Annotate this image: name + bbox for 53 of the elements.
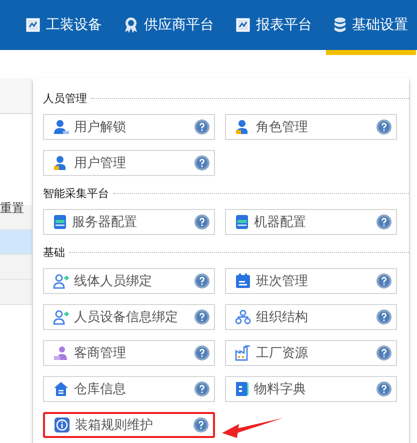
section-title: 智能采集平台 <box>43 186 109 201</box>
help-icon[interactable] <box>376 119 392 135</box>
section-title: 基础 <box>43 245 65 260</box>
menu-item[interactable]: 用户管理 <box>43 150 215 176</box>
reset-label[interactable]: 重置 <box>0 200 24 217</box>
menu-item[interactable]: 角色管理 <box>225 114 397 140</box>
house-icon <box>53 381 69 397</box>
nav-tab[interactable]: 报表平台 <box>228 0 320 50</box>
menu-item[interactable]: 班次管理 <box>225 268 397 294</box>
help-icon[interactable] <box>376 273 392 289</box>
help-icon[interactable] <box>376 381 392 397</box>
menu-item[interactable]: 工厂资源 <box>225 340 397 366</box>
annotation-arrow <box>221 416 283 438</box>
award-icon <box>124 17 138 33</box>
menu-item[interactable]: 机器配置 <box>225 209 397 235</box>
server-icon <box>53 214 67 230</box>
help-icon[interactable] <box>193 417 209 433</box>
menu-item[interactable]: 用户解锁 <box>43 114 215 140</box>
help-icon[interactable] <box>194 214 210 230</box>
database-icon <box>334 17 346 33</box>
menu-item[interactable]: 装箱规则维护 <box>43 412 215 438</box>
help-icon[interactable] <box>194 155 210 171</box>
help-icon[interactable] <box>194 273 210 289</box>
help-icon[interactable] <box>376 345 392 361</box>
help-icon[interactable] <box>194 119 210 135</box>
menu-item[interactable]: 仓库信息 <box>43 376 215 402</box>
nav-tab[interactable]: 基础设置 <box>326 0 416 50</box>
menu-item[interactable]: 服务器配置 <box>43 209 215 235</box>
nav-tab[interactable]: 供应商平台 <box>116 0 222 50</box>
org-chart-icon <box>235 309 251 325</box>
factory-icon <box>235 345 251 361</box>
user-add-icon <box>53 273 69 289</box>
help-icon[interactable] <box>194 381 210 397</box>
menu-item[interactable]: 人员设备信息绑定 <box>43 304 215 330</box>
info-icon <box>54 417 70 433</box>
chart-icon <box>26 18 40 32</box>
help-icon[interactable] <box>194 345 210 361</box>
help-icon[interactable] <box>194 309 210 325</box>
menu-item[interactable]: 组织结构 <box>225 304 397 330</box>
nav-tab[interactable]: 工装设备 <box>18 0 110 50</box>
help-icon[interactable] <box>376 214 392 230</box>
calendar-icon <box>235 273 251 289</box>
help-icon[interactable] <box>376 309 392 325</box>
user-icon <box>53 119 69 135</box>
user-icon <box>53 345 69 361</box>
user-add-icon <box>53 309 69 325</box>
menu-item[interactable]: 线体人员绑定 <box>43 268 215 294</box>
section-title: 人员管理 <box>43 91 87 106</box>
menu-item[interactable]: 客商管理 <box>43 340 215 366</box>
chart-icon <box>236 18 250 32</box>
book-icon <box>235 381 249 397</box>
server-icon <box>235 214 249 230</box>
menu-item[interactable]: 物料字典 <box>225 376 397 402</box>
